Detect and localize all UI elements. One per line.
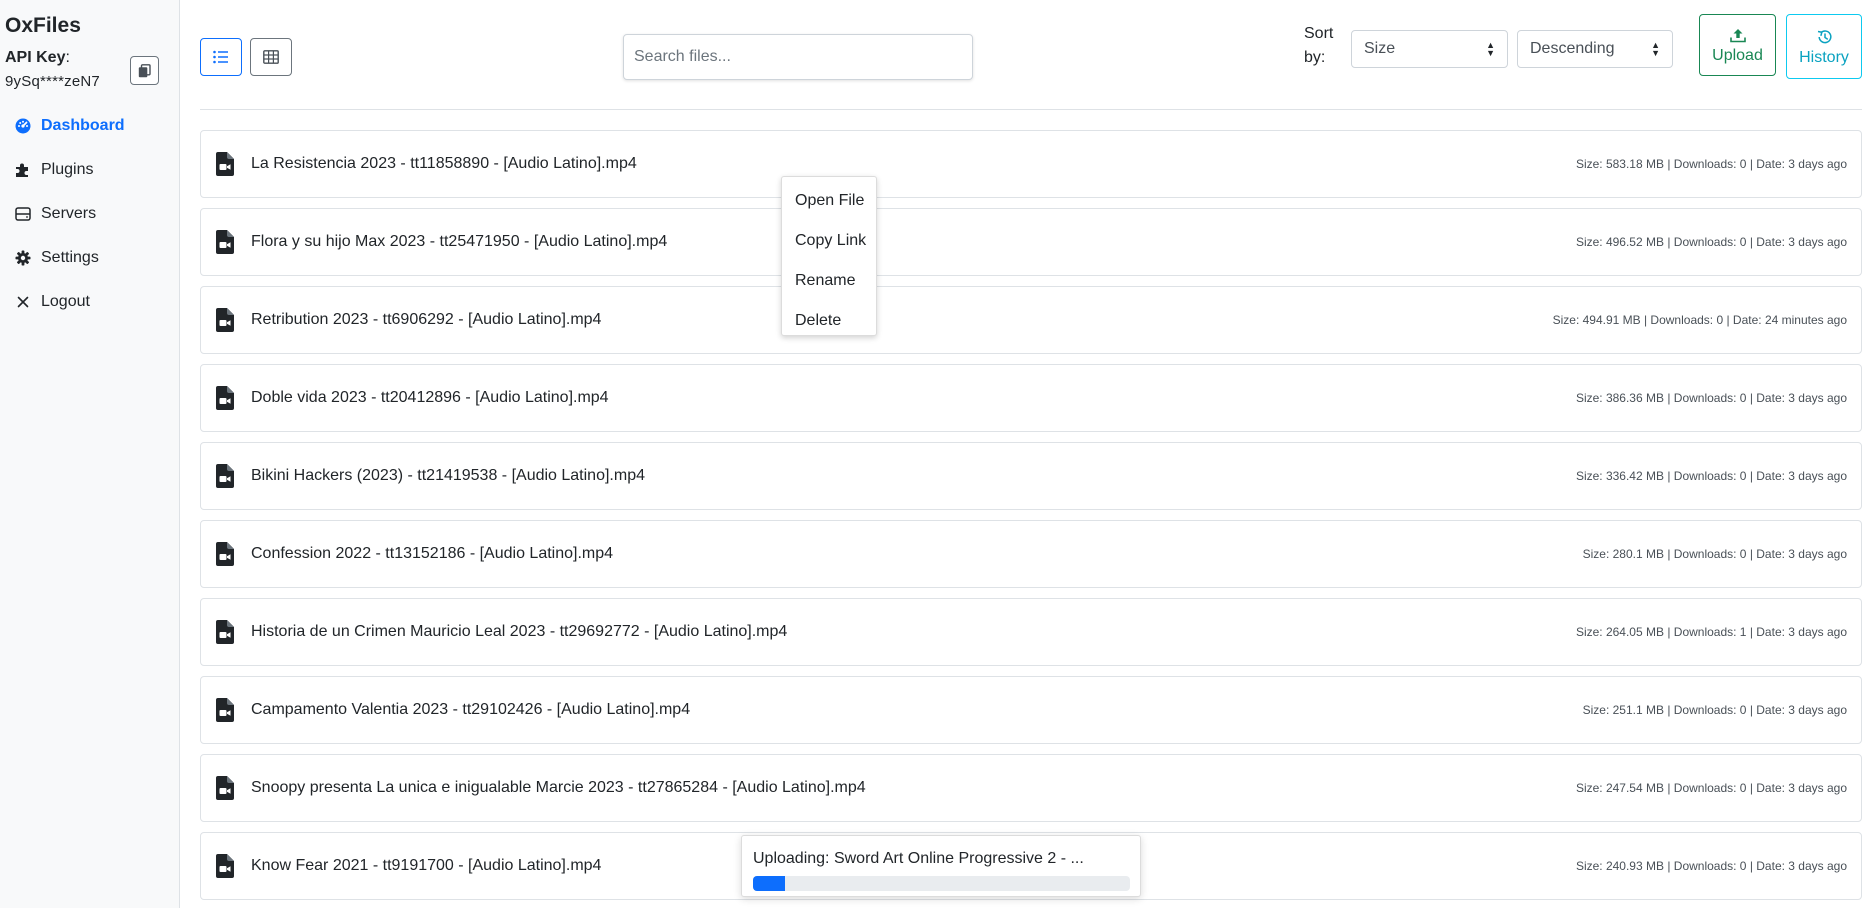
api-key-value: 9ySq****zeN7	[5, 73, 100, 90]
sidebar: OxFiles API Key: 9ySq****zeN7 Dashboard …	[0, 0, 180, 908]
file-row[interactable]: Retribution 2023 - tt6906292 - [Audio La…	[200, 286, 1862, 354]
close-icon	[14, 294, 31, 311]
upload-label: Upload	[1712, 47, 1763, 64]
puzzle-icon	[14, 162, 31, 179]
file-name[interactable]: Flora y su hijo Max 2023 - tt25471950 - …	[251, 233, 1576, 251]
history-button[interactable]: History	[1786, 14, 1862, 79]
sort-field-value: Size	[1364, 40, 1396, 57]
menu-item-delete[interactable]: Delete	[782, 301, 876, 341]
history-icon	[1816, 27, 1833, 47]
copy-icon	[138, 63, 151, 77]
menu-item-rename[interactable]: Rename	[782, 261, 876, 301]
brand-title: OxFiles	[5, 14, 81, 37]
upload-icon	[1729, 25, 1746, 45]
video-file-icon	[216, 230, 234, 254]
video-file-icon	[216, 542, 234, 566]
upload-progress	[753, 876, 1130, 891]
file-meta: Size: 264.05 MB | Downloads: 1 | Date: 3…	[1575, 625, 1847, 639]
file-row[interactable]: Snoopy presenta La unica e inigualable M…	[200, 754, 1862, 822]
menu-item-copy-link[interactable]: Copy Link	[782, 221, 876, 261]
sidebar-nav: Dashboard Plugins Servers Settings Logou…	[0, 104, 180, 324]
list-view-button[interactable]	[200, 38, 242, 76]
list-icon	[213, 50, 228, 64]
video-file-icon	[216, 698, 234, 722]
sidebar-item-logout[interactable]: Logout	[0, 280, 180, 324]
file-meta: Size: 496.52 MB | Downloads: 0 | Date: 3…	[1575, 235, 1847, 249]
select-caret-icon: ▲ ▼	[1486, 40, 1495, 58]
file-row[interactable]: Doble vida 2023 - tt20412896 - [Audio La…	[200, 364, 1862, 432]
sort-order-select[interactable]: Descending ▲ ▼	[1517, 30, 1673, 68]
video-file-icon	[216, 620, 234, 644]
sidebar-item-label: Dashboard	[41, 117, 125, 134]
sidebar-item-label: Plugins	[41, 161, 94, 178]
history-label: History	[1799, 48, 1849, 66]
file-meta: Size: 251.1 MB | Downloads: 0 | Date: 3 …	[1582, 703, 1847, 717]
file-meta: Size: 247.54 MB | Downloads: 0 | Date: 3…	[1575, 781, 1847, 795]
gear-icon	[14, 250, 31, 267]
sort-field-select[interactable]: Size ▲ ▼	[1351, 30, 1508, 68]
file-row[interactable]: Flora y su hijo Max 2023 - tt25471950 - …	[200, 208, 1862, 276]
toolbar-divider	[200, 109, 1862, 110]
sidebar-item-settings[interactable]: Settings	[0, 236, 180, 280]
server-icon	[14, 206, 31, 223]
sidebar-item-label: Logout	[41, 293, 90, 310]
select-caret-icon: ▲ ▼	[1651, 40, 1660, 58]
sidebar-item-label: Settings	[41, 249, 99, 266]
file-row[interactable]: La Resistencia 2023 - tt11858890 - [Audi…	[200, 130, 1862, 198]
search-input[interactable]	[623, 34, 973, 80]
file-meta: Size: 280.1 MB | Downloads: 0 | Date: 3 …	[1582, 547, 1847, 561]
file-list: La Resistencia 2023 - tt11858890 - [Audi…	[200, 130, 1862, 908]
file-meta: Size: 336.42 MB | Downloads: 0 | Date: 3…	[1575, 469, 1847, 483]
upload-button[interactable]: Upload	[1699, 14, 1776, 76]
dashboard-icon	[14, 118, 31, 135]
file-meta: Size: 240.93 MB | Downloads: 0 | Date: 3…	[1575, 859, 1847, 873]
file-row[interactable]: Historia de un Crimen Mauricio Leal 2023…	[200, 598, 1862, 666]
context-menu: Open File Copy Link Rename Delete	[781, 176, 877, 336]
sort-label: Sort by:	[1304, 25, 1334, 66]
file-row[interactable]: Confession 2022 - tt13152186 - [Audio La…	[200, 520, 1862, 588]
menu-item-open-file[interactable]: Open File	[782, 181, 876, 221]
api-key-label: API Key:	[5, 49, 70, 66]
grid-view-button[interactable]	[250, 38, 292, 76]
file-name[interactable]: La Resistencia 2023 - tt11858890 - [Audi…	[251, 155, 1576, 173]
file-name[interactable]: Historia de un Crimen Mauricio Leal 2023…	[251, 623, 1576, 641]
file-name[interactable]: Retribution 2023 - tt6906292 - [Audio La…	[251, 311, 1553, 329]
video-file-icon	[216, 464, 234, 488]
copy-api-key-button[interactable]	[130, 56, 159, 85]
upload-status-text: Uploading: Sword Art Online Progressive …	[753, 850, 1084, 867]
sidebar-item-servers[interactable]: Servers	[0, 192, 180, 236]
video-file-icon	[216, 854, 234, 878]
upload-toast: Uploading: Sword Art Online Progressive …	[741, 835, 1141, 897]
file-name[interactable]: Doble vida 2023 - tt20412896 - [Audio La…	[251, 389, 1576, 407]
sort-order-value: Descending	[1530, 40, 1615, 57]
file-meta: Size: 494.91 MB | Downloads: 0 | Date: 2…	[1552, 313, 1847, 327]
file-row[interactable]: Campamento Valentia 2023 - tt29102426 - …	[200, 676, 1862, 744]
file-name[interactable]: Campamento Valentia 2023 - tt29102426 - …	[251, 701, 1583, 719]
file-row[interactable]: Bikini Hackers (2023) - tt21419538 - [Au…	[200, 442, 1862, 510]
video-file-icon	[216, 308, 234, 332]
sidebar-item-plugins[interactable]: Plugins	[0, 148, 180, 192]
file-name[interactable]: Snoopy presenta La unica e inigualable M…	[251, 779, 1576, 797]
sidebar-item-label: Servers	[41, 205, 97, 222]
upload-progress-bar	[753, 876, 786, 891]
sidebar-item-dashboard[interactable]: Dashboard	[0, 104, 180, 148]
grid-icon	[263, 50, 279, 64]
file-meta: Size: 583.18 MB | Downloads: 0 | Date: 3…	[1575, 157, 1847, 171]
file-name[interactable]: Confession 2022 - tt13152186 - [Audio La…	[251, 545, 1583, 563]
file-meta: Size: 386.36 MB | Downloads: 0 | Date: 3…	[1575, 391, 1847, 405]
video-file-icon	[216, 776, 234, 800]
video-file-icon	[216, 386, 234, 410]
file-name[interactable]: Bikini Hackers (2023) - tt21419538 - [Au…	[251, 467, 1576, 485]
video-file-icon	[216, 152, 234, 176]
